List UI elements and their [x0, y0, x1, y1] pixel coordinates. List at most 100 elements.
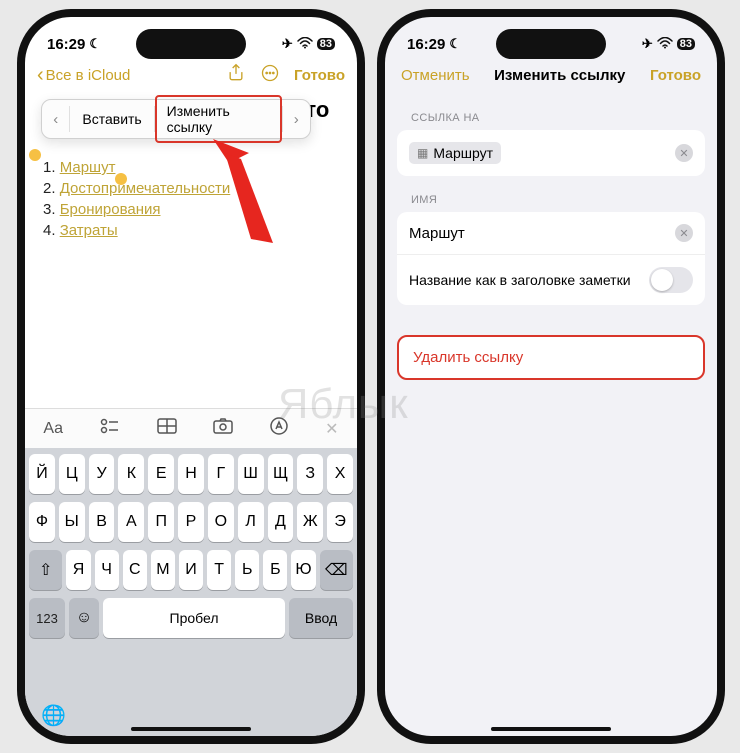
modal-title: Изменить ссылку: [494, 67, 625, 84]
airplane-icon: ✈: [642, 36, 653, 52]
status-time: 16:29: [407, 36, 445, 53]
camera-icon[interactable]: [213, 418, 233, 439]
key-О[interactable]: О: [208, 502, 234, 542]
battery-indicator: 83: [317, 38, 335, 50]
home-indicator[interactable]: [131, 727, 251, 731]
key-Р[interactable]: Р: [178, 502, 204, 542]
checklist-icon[interactable]: [100, 418, 120, 439]
key-К[interactable]: К: [118, 454, 144, 494]
link-costs[interactable]: Затраты: [60, 222, 118, 239]
key-Ф[interactable]: Ф: [29, 502, 55, 542]
key-В[interactable]: В: [89, 502, 115, 542]
key-Ю[interactable]: Ю: [291, 550, 315, 590]
name-group: Маршут ✕ Название как в заголовке заметк…: [397, 212, 705, 305]
airplane-icon: ✈: [282, 36, 293, 52]
key-А[interactable]: А: [118, 502, 144, 542]
watermark: Яблык: [278, 380, 409, 428]
list-item: 1. Маршут: [43, 159, 339, 176]
wifi-icon: [657, 37, 673, 52]
key-Я[interactable]: Я: [66, 550, 90, 590]
share-icon[interactable]: [226, 63, 246, 87]
menu-next-icon[interactable]: ›: [283, 111, 310, 128]
link-bookings[interactable]: Бронирования: [60, 201, 161, 218]
list-item: 2. Достопримечательности: [43, 180, 339, 197]
phone-left: 16:29 ☾ ✈ 83 ‹ Все в iCloud Готово Поезд…: [17, 9, 365, 744]
note-chip[interactable]: ▦ Маршрут: [409, 142, 501, 164]
clear-icon[interactable]: ✕: [675, 224, 693, 242]
key-Э[interactable]: Э: [327, 502, 353, 542]
battery-indicator: 83: [677, 38, 695, 50]
link-to-group: ▦ Маршрут ✕: [397, 130, 705, 176]
section-name: ИМЯ: [385, 176, 717, 212]
do-not-disturb-icon: ☾: [449, 36, 461, 52]
wifi-icon: [297, 37, 313, 52]
more-icon[interactable]: [260, 63, 280, 87]
key-Ь[interactable]: Ь: [235, 550, 259, 590]
delete-link-button[interactable]: Удалить ссылку: [399, 337, 703, 378]
key-Ш[interactable]: Ш: [238, 454, 264, 494]
key-У[interactable]: У: [89, 454, 115, 494]
key-Г[interactable]: Г: [208, 454, 234, 494]
key-Й[interactable]: Й: [29, 454, 55, 494]
menu-prev-icon[interactable]: ‹: [42, 111, 69, 128]
dynamic-island: [136, 29, 246, 59]
back-button[interactable]: ‹ Все в iCloud: [37, 64, 130, 87]
table-icon[interactable]: [157, 418, 177, 439]
key-Ц[interactable]: Ц: [59, 454, 85, 494]
context-menu: ‹ Вставить Изменить ссылку ›: [41, 99, 311, 139]
clear-icon[interactable]: ✕: [675, 144, 693, 162]
globe-icon[interactable]: 🌐: [41, 703, 66, 728]
key-Б[interactable]: Б: [263, 550, 287, 590]
note-icon: ▦: [417, 146, 428, 160]
key-Щ[interactable]: Щ: [268, 454, 294, 494]
key-С[interactable]: С: [123, 550, 147, 590]
key-И[interactable]: И: [179, 550, 203, 590]
cancel-button[interactable]: Отменить: [401, 67, 470, 84]
annotation-arrow-icon: [201, 139, 291, 249]
section-link-to: ССЫЛКА НА: [385, 94, 717, 130]
key-Т[interactable]: Т: [207, 550, 231, 590]
chevron-left-icon: ‹: [37, 64, 44, 87]
chip-label: Маршрут: [433, 145, 493, 161]
use-note-title-toggle[interactable]: [649, 267, 693, 293]
key-Е[interactable]: Е: [148, 454, 174, 494]
done-button[interactable]: Готово: [650, 67, 701, 84]
numbers-key[interactable]: 123: [29, 598, 65, 638]
emoji-key[interactable]: ☺: [69, 598, 99, 638]
key-Д[interactable]: Д: [268, 502, 294, 542]
list-item: 3. Бронирования: [43, 201, 339, 218]
note-body[interactable]: Поездка в Турцию на авто ‹ Вставить Изме…: [25, 95, 357, 245]
key-Н[interactable]: Н: [178, 454, 204, 494]
key-Ч[interactable]: Ч: [95, 550, 119, 590]
toggle-label: Название как в заголовке заметки: [409, 272, 631, 288]
key-М[interactable]: М: [151, 550, 175, 590]
key-З[interactable]: З: [297, 454, 323, 494]
menu-insert[interactable]: Вставить: [70, 111, 153, 127]
link-route[interactable]: Маршут: [60, 159, 116, 176]
done-button[interactable]: Готово: [294, 67, 345, 84]
key-Х[interactable]: Х: [327, 454, 353, 494]
key-Ж[interactable]: Ж: [297, 502, 323, 542]
space-key[interactable]: Пробел: [103, 598, 285, 638]
selection-handle-icon[interactable]: [115, 173, 127, 185]
format-text-icon[interactable]: Aa: [43, 420, 63, 438]
key-Л[interactable]: Л: [238, 502, 264, 542]
selection-handle-icon[interactable]: [29, 149, 41, 161]
note-list[interactable]: 1. Маршут 2. Достопримечательности 3. Бр…: [43, 159, 339, 239]
enter-key[interactable]: Ввод: [289, 598, 353, 638]
backspace-key[interactable]: ⌫: [320, 550, 353, 590]
do-not-disturb-icon: ☾: [89, 36, 101, 52]
dynamic-island: [496, 29, 606, 59]
home-indicator[interactable]: [491, 727, 611, 731]
link-target-field[interactable]: ▦ Маршрут ✕: [397, 130, 705, 176]
name-field[interactable]: Маршут ✕: [397, 212, 705, 255]
menu-edit-link[interactable]: Изменить ссылку: [155, 95, 282, 143]
key-Ы[interactable]: Ы: [59, 502, 85, 542]
keyboard: ЙЦУКЕНГШЩЗХ ФЫВАПРОЛДЖЭ ⇧ ЯЧСМИТЬБЮ ⌫ 12…: [25, 448, 357, 736]
delete-link-group: Удалить ссылку: [397, 335, 705, 380]
phone-right: 16:29 ☾ ✈ 83 Отменить Изменить ссылку Го…: [377, 9, 725, 744]
key-П[interactable]: П: [148, 502, 174, 542]
nav-bar: ‹ Все в iCloud Готово: [25, 57, 357, 95]
name-value: Маршут: [409, 225, 465, 242]
shift-key[interactable]: ⇧: [29, 550, 62, 590]
